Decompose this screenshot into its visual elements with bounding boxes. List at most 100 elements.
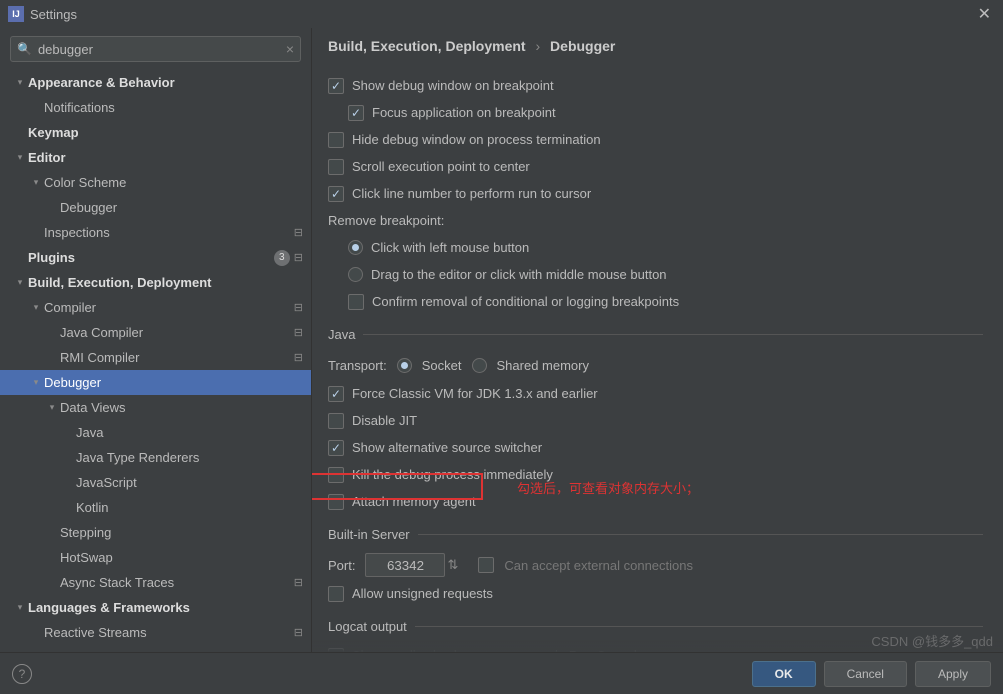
row-transport: Transport: Socket Shared memory: [328, 350, 983, 380]
tree-item-keymap[interactable]: Keymap: [0, 120, 311, 145]
radio-rb-click[interactable]: [348, 240, 363, 255]
checkbox-disable-jit[interactable]: [328, 413, 344, 429]
tree-item-stepping[interactable]: Stepping: [0, 520, 311, 545]
tree-item-java[interactable]: Java: [0, 420, 311, 445]
tree-item-debugger[interactable]: Debugger: [0, 195, 311, 220]
chevron-icon: ▾: [30, 302, 42, 313]
sidebar: 🔍 × ▾Appearance & BehaviorNotifications K…: [0, 28, 312, 652]
clear-icon[interactable]: ×: [286, 41, 294, 57]
close-icon[interactable]: ✕: [974, 4, 995, 24]
label-socket: Socket: [422, 358, 462, 373]
tree-item-hotswap[interactable]: HotSwap: [0, 545, 311, 570]
label-transport: Transport:: [328, 358, 387, 373]
tree-item-notifications[interactable]: Notifications: [0, 95, 311, 120]
label-click-line: Click line number to perform run to curs…: [352, 186, 591, 201]
row-disable-jit: Disable JIT: [328, 407, 983, 434]
tree-item-label: Stepping: [60, 525, 303, 540]
tree-item-java-type-renderers[interactable]: Java Type Renderers: [0, 445, 311, 470]
checkbox-can-accept[interactable]: [478, 557, 494, 573]
tree-item-label: Debugger: [44, 375, 303, 390]
modified-icon: ⊟: [294, 351, 303, 364]
radio-shared-mem[interactable]: [472, 358, 487, 373]
help-icon[interactable]: ?: [12, 664, 32, 684]
tree-item-java-compiler[interactable]: Java Compiler⊟: [0, 320, 311, 345]
tree-item-label: Java Compiler: [60, 325, 290, 340]
tree-item-build-execution-deployment[interactable]: ▾Build, Execution, Deployment: [0, 270, 311, 295]
checkbox-attach-mem[interactable]: [328, 494, 344, 510]
chevron-icon: ▾: [14, 152, 26, 163]
tree-item-plugins[interactable]: Plugins3⊟: [0, 245, 311, 270]
search-field[interactable]: 🔍 ×: [10, 36, 301, 62]
label-rb-click: Click with left mouse button: [371, 240, 529, 255]
label-can-accept: Can accept external connections: [504, 558, 693, 573]
cancel-button[interactable]: Cancel: [824, 661, 907, 687]
tree-item-data-views[interactable]: ▾Data Views: [0, 395, 311, 420]
row-force-classic: Force Classic VM for JDK 1.3.x and earli…: [328, 380, 983, 407]
label-remove-bp: Remove breakpoint:: [328, 207, 983, 234]
checkbox-allow-unsigned[interactable]: [328, 586, 344, 602]
tree-item-inspections[interactable]: Inspections⊟: [0, 220, 311, 245]
modified-icon: ⊟: [294, 226, 303, 239]
search-wrap: 🔍 ×: [0, 28, 311, 70]
tree-item-label: Kotlin: [76, 500, 303, 515]
search-input[interactable]: [38, 42, 286, 57]
badge: 3: [274, 250, 290, 266]
tree-item-reactive-streams[interactable]: Reactive Streams ⊟: [0, 620, 311, 645]
tree-item-debugger[interactable]: ▾Debugger: [0, 370, 311, 395]
section-java: Java: [328, 327, 983, 342]
breadcrumb-a: Build, Execution, Deployment: [328, 38, 526, 54]
breadcrumb-sep: ›: [535, 38, 540, 54]
apply-button[interactable]: Apply: [915, 661, 991, 687]
radio-socket[interactable]: [397, 358, 412, 373]
label-shared-mem: Shared memory: [497, 358, 589, 373]
tree-item-label: Keymap: [28, 125, 303, 140]
section-builtin: Built-in Server: [328, 527, 983, 542]
row-rb-click: Click with left mouse button: [328, 234, 983, 261]
tree-item-label: Reactive Streams: [44, 625, 290, 640]
tree-item-languages-frameworks[interactable]: ▾Languages & Frameworks: [0, 595, 311, 620]
tree-item-label: Async Stack Traces: [60, 575, 290, 590]
tree-item-editor[interactable]: ▾Editor: [0, 145, 311, 170]
chevron-icon: ▾: [14, 277, 26, 288]
label-focus-app: Focus application on breakpoint: [372, 105, 556, 120]
port-input[interactable]: [365, 553, 445, 577]
section-builtin-label: Built-in Server: [328, 527, 410, 542]
label-rb-drag: Drag to the editor or click with middle …: [371, 267, 667, 282]
tree-item-rmi-compiler[interactable]: RMI Compiler⊟: [0, 345, 311, 370]
window-title: Settings: [30, 7, 974, 22]
checkbox-show-alt[interactable]: [328, 440, 344, 456]
checkbox-kill-imm[interactable]: [328, 467, 344, 483]
row-hide-on-term: Hide debug window on process termination: [328, 126, 983, 153]
modified-icon: ⊟: [294, 626, 303, 639]
app-icon: IJ: [8, 6, 24, 22]
tree-item-javascript[interactable]: JavaScript: [0, 470, 311, 495]
row-confirm-removal: Confirm removal of conditional or loggin…: [328, 288, 983, 315]
label-show-alt: Show alternative source switcher: [352, 440, 542, 455]
tree-item-async-stack-traces[interactable]: Async Stack Traces⊟: [0, 570, 311, 595]
checkbox-hide-on-term[interactable]: [328, 132, 344, 148]
chevron-icon: ▾: [46, 402, 58, 413]
checkbox-show-debug-window[interactable]: [328, 78, 344, 94]
settings-tree[interactable]: ▾Appearance & BehaviorNotifications Keyma…: [0, 70, 311, 652]
checkbox-scroll-center[interactable]: [328, 159, 344, 175]
tree-item-label: Java Type Renderers: [76, 450, 303, 465]
tree-item-kotlin[interactable]: Kotlin: [0, 495, 311, 520]
checkbox-click-line[interactable]: [328, 186, 344, 202]
row-allow-unsigned: Allow unsigned requests: [328, 580, 983, 607]
annotation-text: 勾选后，可查看对象内存大小；: [517, 478, 699, 497]
label-confirm-removal: Confirm removal of conditional or loggin…: [372, 294, 679, 309]
checkbox-force-classic[interactable]: [328, 386, 344, 402]
port-updown-icon[interactable]: ⇅: [447, 557, 458, 573]
tree-item-label: Languages & Frameworks: [28, 600, 303, 615]
ok-button[interactable]: OK: [752, 661, 816, 687]
tree-item-color-scheme[interactable]: ▾Color Scheme: [0, 170, 311, 195]
row-click-line: Click line number to perform run to curs…: [328, 180, 983, 207]
section-logcat-label: Logcat output: [328, 619, 407, 634]
checkbox-focus-app[interactable]: [348, 105, 364, 121]
tree-item-compiler[interactable]: ▾Compiler⊟: [0, 295, 311, 320]
checkbox-confirm-removal[interactable]: [348, 294, 364, 310]
label-attach-mem: Attach memory agent: [352, 494, 476, 509]
radio-rb-drag[interactable]: [348, 267, 363, 282]
tree-item-appearance-behavior[interactable]: ▾Appearance & Behavior: [0, 70, 311, 95]
label-show-debug-window: Show debug window on breakpoint: [352, 78, 554, 93]
